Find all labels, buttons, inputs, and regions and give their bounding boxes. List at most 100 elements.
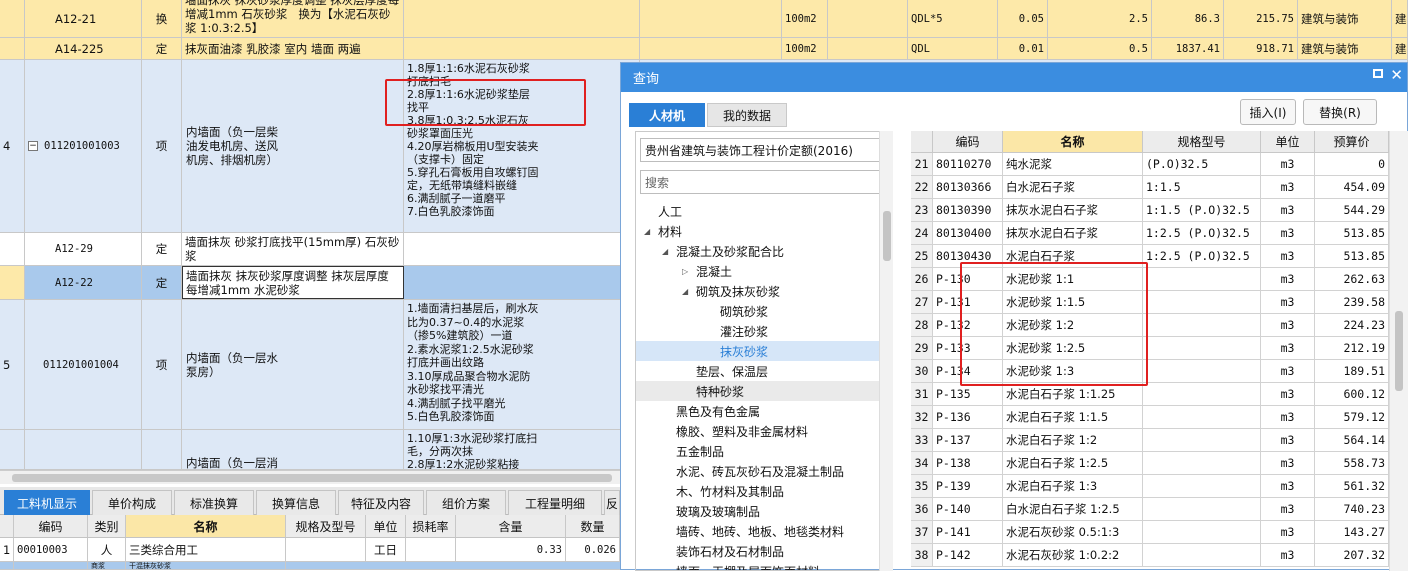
tab-more[interactable]: 反	[604, 490, 620, 515]
table-row[interactable]: 33P-137水泥白石子浆 1:2m3564.14	[911, 429, 1389, 452]
cell-unit: m3	[1261, 544, 1315, 566]
tree-item[interactable]: 五金制品	[636, 441, 892, 461]
tree-item[interactable]: 灌注砂浆	[636, 321, 892, 341]
table-row[interactable]: 27P-131水泥砂浆 1:1.5m3239.58	[911, 291, 1389, 314]
table-row[interactable]: 26P-130水泥砂浆 1:1m3262.63	[911, 268, 1389, 291]
collapse-icon[interactable]: −	[28, 141, 38, 151]
table-row[interactable]: 1 00010003 人 三类综合用工 工日 0.33 0.026	[0, 538, 620, 562]
cell-unit: m3	[1261, 268, 1315, 290]
table-row[interactable]: 2480130400抹灰水泥白石子浆1:2.5 (P.O)32.5m3513.8…	[911, 222, 1389, 245]
table-row[interactable]: A14-225 定 抹灰面油漆 乳胶漆 室内 墙面 两遍 100m2 QDL 0…	[0, 38, 1408, 60]
tab-features[interactable]: 特征及内容	[338, 490, 424, 515]
col-name[interactable]: 名称	[126, 515, 286, 537]
table-row[interactable]: 30P-134水泥砂浆 1:3m3189.51	[911, 360, 1389, 383]
tab-unit-price[interactable]: 单价构成	[92, 490, 172, 515]
dialog-title: 查询	[633, 68, 659, 87]
col-unit[interactable]: 单位	[1261, 131, 1315, 153]
table-row[interactable]: 2180110270纯水泥浆(P.O)32.5m30	[911, 153, 1389, 176]
cell-n: 23	[911, 199, 933, 221]
table-row[interactable]: 32P-136水泥白石子浆 1:1.5m3579.12	[911, 406, 1389, 429]
tree-item[interactable]: 木、竹材料及其制品	[636, 481, 892, 501]
collapse-arrow-icon[interactable]: ◢	[644, 227, 658, 236]
close-icon[interactable]: ✕	[1390, 66, 1403, 84]
row-expr: QDL	[908, 38, 998, 59]
table-row[interactable]: 2280130366白水泥石子浆1:1.5m3454.09	[911, 176, 1389, 199]
tree-item[interactable]: 砌筑砂浆	[636, 301, 892, 321]
table-row[interactable]: 38P-142水泥石灰砂浆 1:0.2:2m3207.32	[911, 544, 1389, 567]
cell-unit: m3	[1261, 429, 1315, 451]
col-unit[interactable]: 单位	[366, 515, 406, 537]
table-row[interactable]: 2580130430水泥白石子浆1:2.5 (P.O)32.5m3513.85	[911, 245, 1389, 268]
table-row[interactable]: 商浆 干混抹灰砂浆	[0, 562, 620, 570]
row-type: 定	[142, 266, 182, 299]
tab-labor-material[interactable]: 工料机显示	[4, 490, 90, 515]
cell-spec	[1143, 475, 1261, 497]
tab-labor-material-machine[interactable]: 人材机	[629, 103, 705, 127]
table-row[interactable]: 28P-132水泥砂浆 1:2m3224.23	[911, 314, 1389, 337]
tab-quantity-detail[interactable]: 工程量明细	[508, 490, 602, 515]
horizontal-scrollbar[interactable]	[0, 470, 620, 484]
cell-name: 水泥白石子浆 1:1.25	[1003, 383, 1143, 405]
tree-item[interactable]: ◢砌筑及抹灰砂浆	[636, 281, 892, 301]
tab-standard-conversion[interactable]: 标准换算	[174, 490, 254, 515]
maximize-icon[interactable]	[1373, 69, 1383, 78]
tree-item[interactable]: 人工	[636, 201, 892, 221]
scroll-thumb[interactable]	[12, 474, 612, 482]
table-row[interactable]: A12-21 换 墙面抹灰 抹灰砂浆厚度调整 抹灰层厚度每增减1mm 石灰砂浆 …	[0, 0, 1408, 38]
tab-my-data[interactable]: 我的数据	[707, 103, 787, 127]
table-row[interactable]: 29P-133水泥砂浆 1:2.5m3212.19	[911, 337, 1389, 360]
replace-button[interactable]: 替换(R)	[1303, 99, 1377, 125]
collapse-arrow-icon[interactable]: ◢	[682, 287, 696, 296]
cell-name: 水泥白石子浆	[1003, 245, 1143, 267]
search-input[interactable]: 搜索	[640, 170, 890, 194]
tab-pricing-scheme[interactable]: 组价方案	[426, 490, 506, 515]
col-code[interactable]: 编码	[14, 515, 88, 537]
table-row[interactable]: 36P-140白水泥白石子浆 1:2.5m3740.23	[911, 498, 1389, 521]
tree-item[interactable]: 装饰石材及石材制品	[636, 541, 892, 561]
tree-item[interactable]: 墙砖、地砖、地板、地毯类材料	[636, 521, 892, 541]
grid-scrollbar[interactable]	[1389, 131, 1408, 571]
cell-price: 600.12	[1315, 383, 1389, 405]
table-row[interactable]: 31P-135水泥白石子浆 1:1.25m3600.12	[911, 383, 1389, 406]
table-row[interactable]: 34P-138水泥白石子浆 1:2.5m3558.73	[911, 452, 1389, 475]
cell-price: 558.73	[1315, 452, 1389, 474]
tree-item[interactable]: ◢混凝土及砂浆配合比	[636, 241, 892, 261]
tree-item[interactable]: 玻璃及玻璃制品	[636, 501, 892, 521]
tree-item[interactable]: 抹灰砂浆	[636, 341, 892, 361]
scroll-thumb[interactable]	[1395, 311, 1403, 391]
cell-price: 0	[1315, 153, 1389, 175]
tree-item[interactable]: 黑色及有色金属	[636, 401, 892, 421]
row-expr: QDL*5	[908, 0, 998, 37]
tab-conversion-info[interactable]: 换算信息	[256, 490, 336, 515]
dialog-title-bar[interactable]: 查询 ✕	[621, 63, 1407, 92]
insert-button[interactable]: 插入(I)	[1240, 99, 1296, 125]
row-qty2: 2.5	[1048, 0, 1152, 37]
tree-item[interactable]: 特种砂浆	[636, 381, 892, 401]
col-category[interactable]: 类别	[88, 515, 126, 537]
tree-scrollbar[interactable]	[879, 131, 893, 571]
row-name-editor[interactable]: 墙面抹灰 抹灰砂浆厚度调整 抹灰层厚度每增减1mm 水泥砂浆	[182, 266, 404, 299]
col-price[interactable]: 预算价	[1315, 131, 1389, 153]
tree-item[interactable]: 垫层、保温层	[636, 361, 892, 381]
tree-item[interactable]: 水泥、砖瓦灰砂石及混凝土制品	[636, 461, 892, 481]
col-code[interactable]: 编码	[933, 131, 1003, 153]
col-content[interactable]: 含量	[456, 515, 566, 537]
table-row[interactable]: 37P-141水泥石灰砂浆 0.5:1:3m3143.27	[911, 521, 1389, 544]
expand-arrow-icon[interactable]: ▷	[682, 267, 696, 276]
table-row[interactable]: 35P-139水泥白石子浆 1:3m3561.32	[911, 475, 1389, 498]
col-quantity[interactable]: 数量	[566, 515, 620, 537]
quota-select[interactable]: 贵州省建筑与装饰工程计价定额(2016)▾	[640, 138, 893, 162]
collapse-arrow-icon[interactable]: ◢	[662, 247, 676, 256]
col-loss[interactable]: 损耗率	[406, 515, 456, 537]
cell-spec	[1143, 268, 1261, 290]
cell-spec: 1:1.5 (P.O)32.5	[1143, 199, 1261, 221]
cell-spec	[1143, 291, 1261, 313]
tree-item[interactable]: ◢材料	[636, 221, 892, 241]
tree-item[interactable]: 橡胶、塑料及非金属材料	[636, 421, 892, 441]
scroll-thumb[interactable]	[883, 211, 891, 261]
tree-item[interactable]: ▷混凝土	[636, 261, 892, 281]
table-row[interactable]: 2380130390抹灰水泥白石子浆1:1.5 (P.O)32.5m3544.2…	[911, 199, 1389, 222]
col-spec[interactable]: 规格型号	[1143, 131, 1261, 153]
col-name[interactable]: 名称	[1003, 131, 1143, 153]
col-spec[interactable]: 规格及型号	[286, 515, 366, 537]
